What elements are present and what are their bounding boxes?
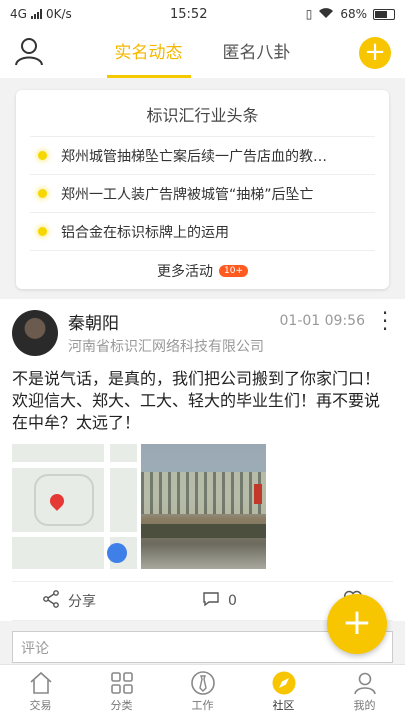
compass-icon (272, 671, 295, 695)
signal-icon (30, 9, 42, 19)
bullet-dot-icon (38, 227, 47, 236)
wifi-icon (318, 7, 334, 22)
news-item[interactable]: 郑州一工人装广告牌被城管“抽梯”后坠亡 (30, 175, 375, 213)
clock: 15:52 (170, 6, 208, 22)
headline-section: 标识汇行业头条 郑州城管抽梯坠亡案后续一广告店血的教… 郑州一工人装广告牌被城管… (0, 78, 405, 299)
bottom-nav: 交易 分类 工作 社区 我的 (0, 664, 405, 720)
headline-title: 标识汇行业头条 (30, 102, 375, 137)
post-images (12, 444, 393, 569)
share-label: 分享 (68, 594, 96, 610)
photo-image[interactable] (141, 444, 266, 569)
author-info: 秦朝阳 河南省标识汇网络科技有限公司 (68, 309, 264, 356)
status-right: ▯ 68% (306, 7, 395, 22)
nav-community[interactable]: 社区 (243, 665, 324, 720)
compose-button[interactable]: + (327, 594, 387, 654)
news-item[interactable]: 郑州城管抽梯坠亡案后续一广告店血的教… (30, 137, 375, 175)
grid-icon (110, 672, 133, 694)
comment-count: 0 (228, 593, 237, 609)
user-icon[interactable] (14, 36, 44, 70)
nav-label: 工作 (191, 699, 214, 712)
nav-work[interactable]: 工作 (162, 665, 243, 720)
avatar[interactable] (12, 309, 58, 356)
map-image[interactable] (12, 444, 137, 569)
nav-label: 分类 (110, 699, 133, 712)
author-org: 河南省标识汇网络科技有限公司 (68, 339, 264, 355)
news-item-text: 郑州一工人装广告牌被城管“抽梯”后坠亡 (61, 186, 314, 203)
network-speed: 0K/s (45, 7, 72, 21)
nav-mine[interactable]: 我的 (324, 665, 405, 720)
tie-icon (190, 671, 215, 695)
nav-category[interactable]: 分类 (81, 665, 162, 720)
news-item[interactable]: 铝合金在标识标牌上的运用 (30, 213, 375, 251)
tab-real-name[interactable]: 实名动态 (106, 28, 191, 78)
headline-card: 标识汇行业头条 郑州城管抽梯坠亡案后续一广告店血的教… 郑州一工人装广告牌被城管… (16, 90, 389, 289)
share-icon (42, 590, 60, 612)
comment-icon (202, 590, 220, 612)
news-item-text: 郑州城管抽梯坠亡案后续一广告店血的教… (61, 148, 327, 165)
comment-button[interactable]: 0 (202, 590, 237, 612)
tab-bar: 实名动态 匿名八卦 (106, 28, 291, 78)
bullet-dot-icon (38, 151, 47, 160)
more-activities-link[interactable]: 更多活动 10+ (30, 251, 375, 281)
bullet-dot-icon (38, 189, 47, 198)
post-header: 秦朝阳 河南省标识汇网络科技有限公司 01-01 09:56 · · · (12, 303, 393, 356)
nav-trade[interactable]: 交易 (0, 665, 81, 720)
news-item-text: 铝合金在标识标牌上的运用 (61, 224, 229, 241)
battery-icon (373, 8, 395, 20)
home-icon (29, 671, 52, 694)
status-bar: 4G 0K/s 15:52 ▯ 68% (0, 0, 405, 28)
top-nav: 实名动态 匿名八卦 + (0, 28, 405, 78)
author-name[interactable]: 秦朝阳 (68, 309, 264, 334)
nav-label: 社区 (272, 699, 295, 712)
vibrate-icon: ▯ (305, 7, 313, 21)
nav-label: 交易 (29, 699, 52, 712)
share-button[interactable]: 分享 (42, 590, 96, 612)
post-time: 01-01 09:56 (279, 313, 365, 329)
tab-anonymous[interactable]: 匿名八卦 (223, 28, 291, 78)
battery-level: 68% (340, 7, 367, 21)
status-left: 4G 0K/s (10, 7, 72, 21)
nav-label: 我的 (353, 699, 376, 712)
network-type: 4G (10, 7, 27, 21)
plus-icon[interactable]: + (359, 37, 391, 69)
more-label: 更多活动 (157, 264, 213, 280)
post-text: 不是说气话，是真的，我们把公司搬到了你家门口！欢迎信大、郑大、工大、轻大的毕业生… (12, 369, 381, 432)
count-badge: 10+ (219, 265, 248, 277)
post: 秦朝阳 河南省标识汇网络科技有限公司 01-01 09:56 · · · 不是说气话… (0, 299, 405, 621)
person-icon (353, 672, 376, 695)
more-menu-icon[interactable]: · · · (379, 303, 391, 339)
